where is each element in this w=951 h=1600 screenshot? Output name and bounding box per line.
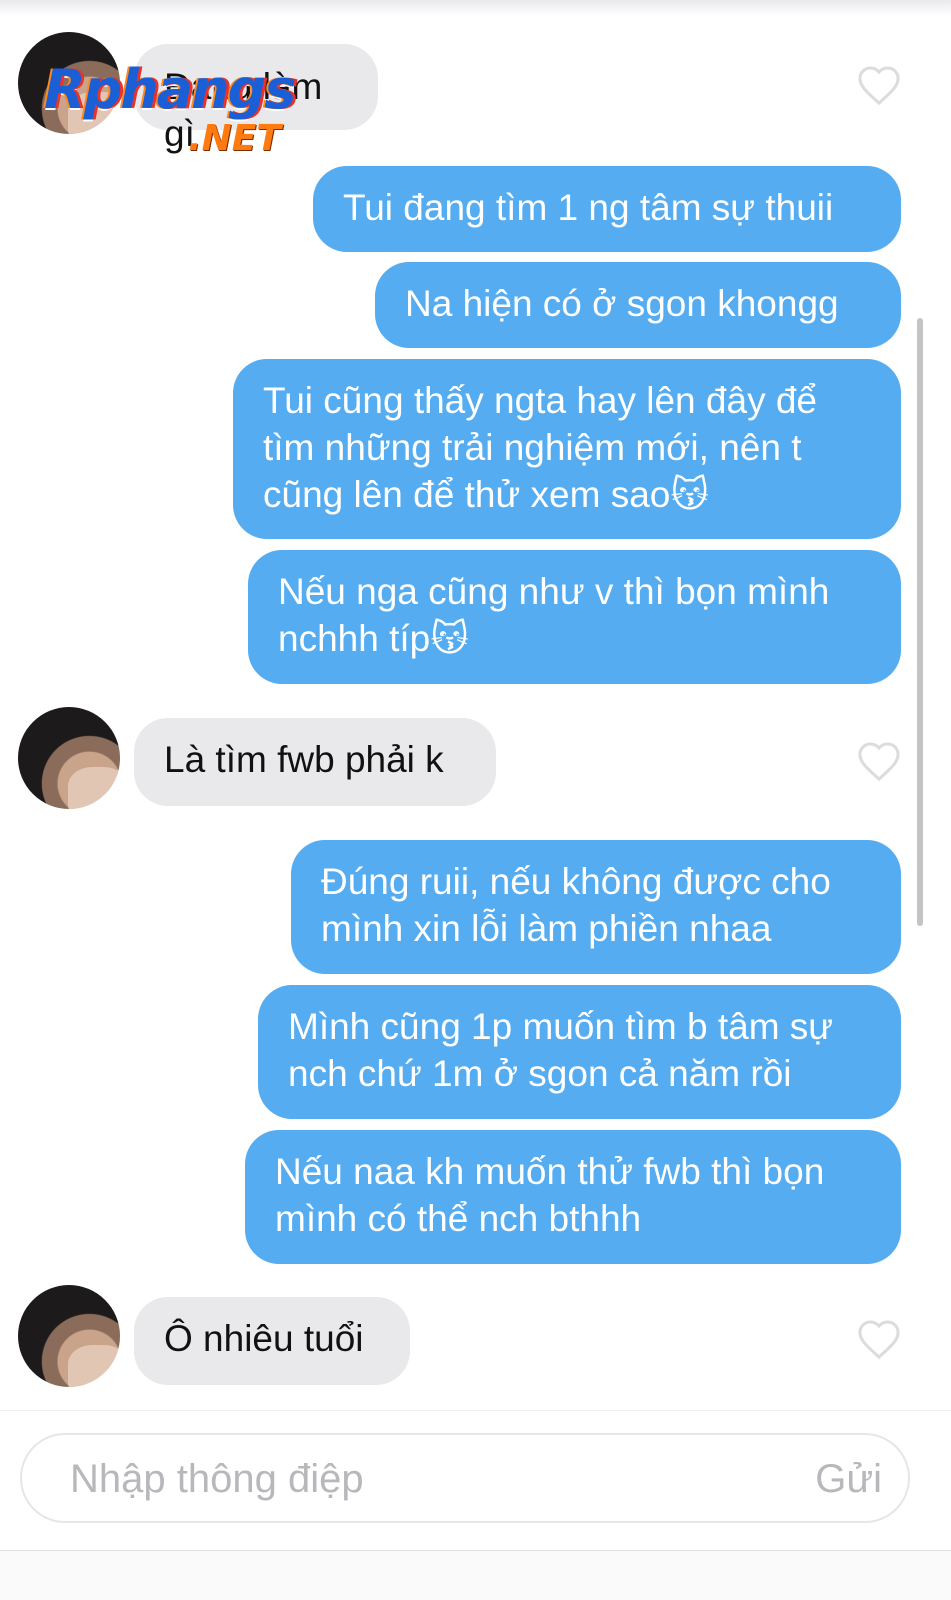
chat-screen: Đang làm gì Rphangs .NET Tui đang tìm 1 … (0, 0, 951, 1600)
heart-outline-icon[interactable] (856, 740, 902, 782)
incoming-message: Ô nhiêu tuổi (134, 1297, 410, 1385)
outgoing-message: Tui cũng thấy ngta hay lên đây để tìm nh… (233, 359, 901, 539)
incoming-message: Là tìm fwb phải k (134, 718, 496, 806)
outgoing-message: Mình cũng 1p muốn tìm b tâm sự nch chứ 1… (258, 985, 901, 1119)
outgoing-message: Na hiện có ở sgon khongg (375, 262, 901, 348)
outgoing-message: Tui đang tìm 1 ng tâm sự thuii (313, 166, 901, 252)
message-input[interactable]: Nhập thông điệp Gửi (20, 1433, 910, 1523)
message-composer: Nhập thông điệp Gửi (0, 1410, 951, 1551)
avatar[interactable] (18, 1285, 120, 1387)
outgoing-message: Đúng ruii, nếu không được cho mình xin l… (291, 840, 901, 974)
outgoing-message: Nếu nga cũng như v thì bọn mình nchhh tí… (248, 550, 901, 684)
watermark-main: Rphangs (44, 58, 296, 121)
heart-outline-icon[interactable] (856, 1318, 902, 1360)
avatar[interactable] (18, 707, 120, 809)
heart-outline-icon[interactable] (856, 64, 902, 106)
bottom-toolbar (0, 1550, 951, 1600)
top-edge (0, 0, 951, 16)
watermark-suffix: .NET (188, 118, 281, 159)
watermark-logo: Rphangs .NET (44, 58, 344, 168)
outgoing-message: Nếu naa kh muốn thử fwb thì bọn mình có … (245, 1130, 901, 1264)
message-input-placeholder: Nhập thông điệp (70, 1457, 364, 1501)
scrollbar[interactable] (917, 318, 923, 926)
send-button[interactable]: Gửi (815, 1457, 882, 1502)
